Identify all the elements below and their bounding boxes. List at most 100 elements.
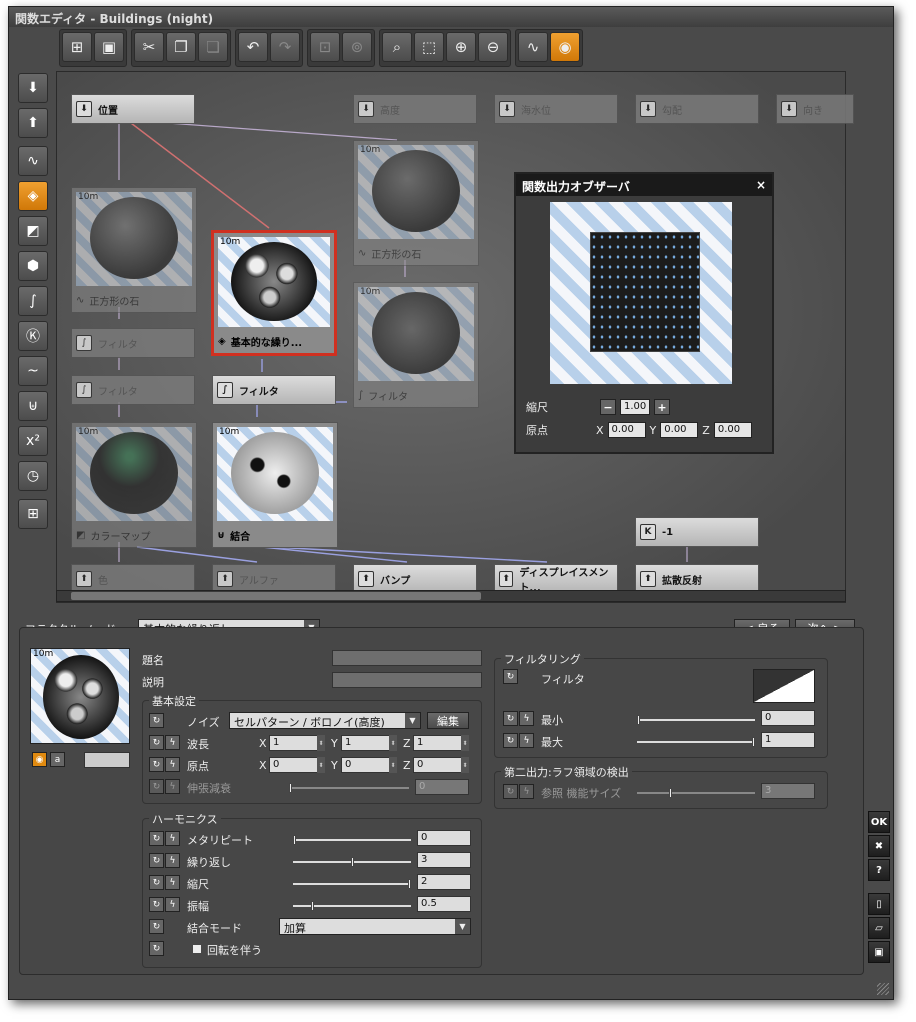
- rotate-checkbox[interactable]: [193, 945, 201, 953]
- help-button[interactable]: ?: [868, 859, 890, 881]
- resize-grip-icon[interactable]: [877, 983, 889, 995]
- output-node-icon[interactable]: ⬆: [18, 108, 48, 138]
- link-icon[interactable]: ↻: [149, 875, 164, 890]
- node-filter-3-preview[interactable]: 10m ∫ フィルタ: [353, 282, 479, 408]
- origin-y-input[interactable]: 0.00: [660, 422, 699, 438]
- input-node-icon[interactable]: ⬇: [18, 73, 48, 103]
- scale-input[interactable]: 2: [417, 874, 471, 890]
- node-altitude[interactable]: ⬇ 高度: [353, 94, 477, 124]
- save-icon[interactable]: ▣: [868, 941, 890, 963]
- copy-icon[interactable]: ❐: [166, 32, 196, 62]
- combine-mode-dropdown[interactable]: 加算 ▼: [279, 918, 471, 935]
- group-icon[interactable]: ⊡: [310, 32, 340, 62]
- noise-dropdown[interactable]: セルパターン / ボロノイ(高度) ▼: [229, 712, 421, 729]
- scale-increment-button[interactable]: +: [654, 399, 670, 415]
- max-input[interactable]: 1: [761, 732, 815, 748]
- undo-icon[interactable]: ↶: [238, 32, 268, 62]
- preview-type-icon[interactable]: a: [50, 752, 65, 767]
- link-icon[interactable]: ↻: [149, 853, 164, 868]
- repeat-slider[interactable]: [293, 857, 411, 867]
- node-basic-repeat[interactable]: 10m ◈ 基本的な繰り...: [211, 230, 337, 356]
- link-icon[interactable]: ↻: [149, 941, 164, 956]
- node-position[interactable]: ⬇ 位置: [71, 94, 195, 124]
- node-filter-4[interactable]: ∫ フィルタ: [212, 375, 336, 405]
- spinner-icon[interactable]: ⬍: [461, 735, 469, 751]
- node-graph-canvas[interactable]: ⬇ 位置 ⬇ 高度 ⬇ 海水位 ⬇ 勾配 ⬇ 向き 10m ∿ 正方形の石 10m ∿ 正方形…: [56, 71, 854, 603]
- scale-input[interactable]: 1.00: [620, 399, 650, 415]
- spinner-icon[interactable]: ⬍: [317, 757, 325, 773]
- repeat-input[interactable]: 3: [417, 852, 471, 868]
- preview-icon[interactable]: ◉: [550, 32, 580, 62]
- node-colormap[interactable]: 10m ◩ カラーマップ: [71, 422, 197, 548]
- redo-icon[interactable]: ↷: [270, 32, 300, 62]
- cut-icon[interactable]: ✂: [134, 32, 164, 62]
- ungroup-icon[interactable]: ⊚: [342, 32, 372, 62]
- zoom-selection-icon[interactable]: ⌕: [382, 32, 412, 62]
- link-icon[interactable]: ↻: [149, 897, 164, 912]
- lightning-icon[interactable]: ϟ: [519, 733, 534, 748]
- power-icon[interactable]: x²: [18, 426, 48, 456]
- link-icon[interactable]: ↻: [149, 919, 164, 934]
- canvas-hscrollbar[interactable]: [56, 590, 846, 602]
- node-constant[interactable]: K -1: [635, 517, 759, 547]
- lightning-icon[interactable]: ϟ: [519, 711, 534, 726]
- lightning-icon[interactable]: ϟ: [165, 735, 180, 750]
- noise-icon[interactable]: ∿: [18, 146, 48, 176]
- link-icon[interactable]: ↻: [503, 711, 518, 726]
- close-icon[interactable]: ×: [756, 178, 766, 192]
- link-icon[interactable]: ↻: [503, 669, 518, 684]
- scale-slider[interactable]: [293, 879, 411, 889]
- preview-color-swatch[interactable]: [84, 752, 130, 768]
- lightning-icon[interactable]: ϟ: [165, 757, 180, 772]
- link-icon[interactable]: ↻: [503, 733, 518, 748]
- min-input[interactable]: 0: [761, 710, 815, 726]
- node-slope[interactable]: ⬇ 勾配: [635, 94, 759, 124]
- lightning-icon[interactable]: ϟ: [165, 853, 180, 868]
- node-square-stone-2[interactable]: 10m ∿ 正方形の石: [353, 140, 479, 266]
- colormap-icon[interactable]: ◩: [18, 216, 48, 246]
- amplitude-input[interactable]: 0.5: [417, 896, 471, 912]
- fractal-icon[interactable]: ◈: [18, 181, 48, 211]
- node-filter-2[interactable]: ∫ フィルタ: [71, 375, 195, 405]
- constant-icon[interactable]: Ⓚ: [18, 321, 48, 351]
- link-icon[interactable]: ↻: [149, 757, 164, 772]
- link-icon[interactable]: ↻: [149, 713, 164, 728]
- node-square-stone-1[interactable]: 10m ∿ 正方形の石: [71, 187, 197, 313]
- function-output-observer[interactable]: 関数出力オブザーバ × 縮尺 − 1.00 + 原点 X 0.00 Y 0.00 Z0…: [514, 172, 774, 454]
- lightning-icon[interactable]: ϟ: [165, 831, 180, 846]
- lacunarity-slider[interactable]: [293, 835, 411, 845]
- link-icon[interactable]: ↻: [149, 735, 164, 750]
- lightning-icon[interactable]: ϟ: [165, 875, 180, 890]
- lacunarity-input[interactable]: 0: [417, 830, 471, 846]
- edit-button[interactable]: 編集: [427, 712, 469, 729]
- ok-button[interactable]: OK: [868, 811, 890, 833]
- properties-icon[interactable]: ▣: [94, 32, 124, 62]
- zoom-region-icon[interactable]: ⬚: [414, 32, 444, 62]
- description-input[interactable]: [332, 672, 482, 688]
- new-file-icon[interactable]: ▯: [868, 893, 890, 915]
- scroll-thumb[interactable]: [71, 592, 481, 600]
- spinner-icon[interactable]: ⬍: [389, 757, 397, 773]
- graph-node-icon[interactable]: ⊞: [62, 32, 92, 62]
- name-input[interactable]: [332, 650, 482, 666]
- node-filter-1[interactable]: ∫ フィルタ: [71, 328, 195, 358]
- amplitude-slider[interactable]: [293, 901, 411, 911]
- zoom-in-icon[interactable]: ⊕: [446, 32, 476, 62]
- filter-icon[interactable]: ∫: [18, 286, 48, 316]
- plot-icon[interactable]: ∿: [518, 32, 548, 62]
- zoom-out-icon[interactable]: ⊖: [478, 32, 508, 62]
- spinner-icon[interactable]: ⬍: [389, 735, 397, 751]
- paste-icon[interactable]: ❏: [198, 32, 228, 62]
- max-slider[interactable]: [637, 737, 755, 747]
- pattern-icon[interactable]: ⬢: [18, 251, 48, 281]
- origin-z-input[interactable]: 0.00: [713, 422, 752, 438]
- node-combine[interactable]: 10m ⊎ 結合: [212, 422, 338, 548]
- min-slider[interactable]: [637, 715, 755, 725]
- preview-mode-icon[interactable]: ◉: [32, 752, 47, 767]
- scale-decrement-button[interactable]: −: [600, 399, 616, 415]
- lightning-icon[interactable]: ϟ: [165, 897, 180, 912]
- spinner-icon[interactable]: ⬍: [317, 735, 325, 751]
- link-icon[interactable]: ↻: [149, 831, 164, 846]
- curve-icon[interactable]: ~: [18, 356, 48, 386]
- filter-curve-preview[interactable]: [753, 669, 815, 703]
